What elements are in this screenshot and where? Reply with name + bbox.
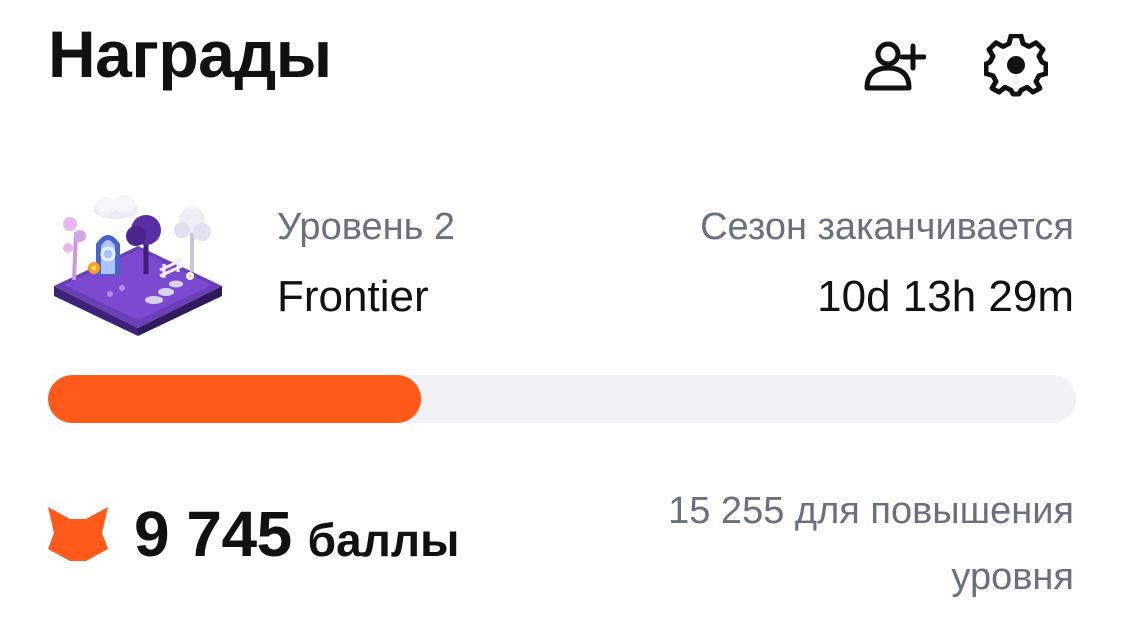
fox-icon	[48, 507, 108, 561]
level-name: Frontier	[277, 272, 429, 321]
gear-icon	[984, 34, 1048, 97]
points-to-next-level: 15 255 для повышения уровня	[668, 490, 1074, 598]
page-title: Награды	[48, 17, 332, 91]
points-unit: баллы	[307, 514, 460, 566]
season-countdown: 10d 13h 29m	[817, 272, 1074, 321]
level-illustration	[50, 188, 226, 336]
points-icon-wrapper	[46, 505, 110, 563]
level-progress-bar	[48, 375, 1076, 423]
level-number: Уровень 2	[277, 206, 456, 248]
level-progress-fill	[48, 375, 422, 423]
points-value: 9 745	[134, 498, 292, 570]
settings-button[interactable]	[984, 34, 1048, 98]
points-balance: 9 745 баллы	[134, 498, 459, 576]
season-ends-label: Сезон заканчивается	[700, 206, 1074, 248]
fantasy-island-illustration	[54, 195, 222, 336]
person-plus-icon	[864, 41, 926, 91]
add-friend-button[interactable]	[862, 34, 926, 98]
